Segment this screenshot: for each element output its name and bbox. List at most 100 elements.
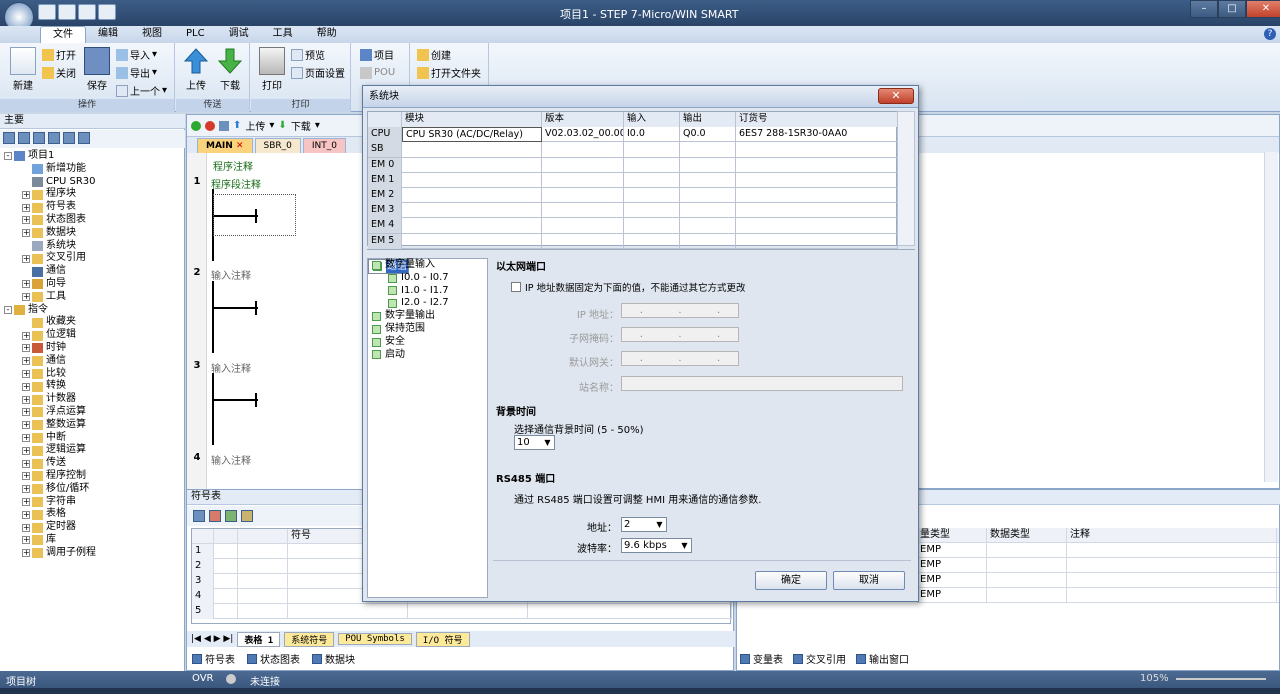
tree-item[interactable]: - 指令 <box>0 304 185 317</box>
module-row[interactable]: EM 3 <box>368 203 898 219</box>
run-icon[interactable] <box>191 120 201 131</box>
table-cell[interactable] <box>408 604 528 619</box>
module-cell[interactable] <box>736 233 898 249</box>
module-cell[interactable] <box>680 203 736 219</box>
table-cell[interactable] <box>238 544 288 559</box>
tab-symbol-table[interactable]: 符号表 <box>192 651 235 666</box>
expand-icon[interactable] <box>22 178 30 186</box>
system-tree-item[interactable]: I1.0 - I1.7 <box>368 285 487 298</box>
module-row[interactable]: EM 2 <box>368 188 898 204</box>
tree-item[interactable]: CPU SR30 <box>0 176 185 189</box>
apply-icon[interactable] <box>241 510 253 522</box>
var-type-cell[interactable]: EMP <box>917 573 987 588</box>
tree-item[interactable]: - 项目1 <box>0 150 185 163</box>
print-button[interactable]: 打印 <box>257 47 287 92</box>
expand-icon[interactable]: + <box>22 254 30 263</box>
previous-button[interactable]: 上一个 ▾ <box>116 83 167 98</box>
system-tree-item[interactable]: I2.0 - I2.7 <box>368 297 487 310</box>
ok-button[interactable]: 确定 <box>755 571 827 590</box>
module-cell[interactable]: I0.0 <box>624 127 680 143</box>
expand-icon[interactable]: + <box>22 190 30 199</box>
import-button[interactable]: 导入 ▾ <box>116 47 157 62</box>
tree-item[interactable]: + 表格 <box>0 508 185 521</box>
var-type-cell[interactable]: EMP <box>917 588 987 603</box>
expand-icon[interactable] <box>22 242 30 250</box>
system-tree-item[interactable]: 安全 <box>368 336 487 349</box>
tree-item[interactable]: + 数据块 <box>0 227 185 240</box>
toolbar-icon-4[interactable] <box>48 132 60 144</box>
module-row[interactable]: EM 0 <box>368 157 898 173</box>
expand-icon[interactable]: + <box>22 421 30 430</box>
tab-status-chart[interactable]: 状态图表 <box>247 651 300 666</box>
expand-icon[interactable]: + <box>22 369 30 378</box>
ribbon-tab-6[interactable]: 帮助 <box>305 26 349 43</box>
editor-download-button[interactable]: 下载 <box>291 118 311 133</box>
module-cell[interactable] <box>680 233 736 249</box>
cancel-button[interactable]: 取消 <box>833 571 905 590</box>
tree-item[interactable]: + 整数运算 <box>0 419 185 432</box>
preview-button[interactable]: 预览 <box>291 47 325 62</box>
data-type-cell[interactable] <box>987 588 1067 603</box>
tree-item[interactable]: + 状态图表 <box>0 214 185 227</box>
expand-icon[interactable]: + <box>22 523 30 532</box>
system-tree-item[interactable]: I0.0 - I0.7 <box>368 272 487 285</box>
rung-comment[interactable]: 输入注释 <box>211 452 251 467</box>
module-row[interactable]: SB <box>368 142 898 158</box>
module-cell[interactable] <box>680 188 736 203</box>
expand-icon[interactable]: + <box>22 280 30 289</box>
tree-item[interactable]: + 浮点运算 <box>0 406 185 419</box>
module-cell[interactable] <box>680 157 736 173</box>
table-row[interactable]: 5 <box>192 604 732 619</box>
module-cell[interactable] <box>624 233 680 249</box>
minimize-button[interactable]: – <box>1190 0 1218 18</box>
toolbar-icon-6[interactable] <box>78 132 90 144</box>
system-tree-item[interactable]: 数字量输出 <box>368 310 487 323</box>
tree-item[interactable]: + 库 <box>0 534 185 547</box>
tree-item[interactable]: + 通信 <box>0 355 185 368</box>
tab-int0[interactable]: INT_0 <box>302 138 346 153</box>
table-cell[interactable] <box>238 589 288 604</box>
data-type-cell[interactable] <box>987 543 1067 558</box>
new-icon[interactable] <box>38 4 56 20</box>
module-cell[interactable] <box>680 172 736 188</box>
tree-item[interactable]: + 工具 <box>0 291 185 304</box>
ladder-area[interactable]: 程序注释 1 程序段注释 2 输入注释 3 输入注释 4 输入注释 <box>187 153 365 490</box>
var-type-cell[interactable]: EMP <box>917 558 987 573</box>
expand-icon[interactable] <box>22 268 30 276</box>
close-button[interactable]: ✕ <box>1246 0 1280 18</box>
expand-icon[interactable]: + <box>22 408 30 417</box>
sheet-tab-system[interactable]: 系统符号 <box>284 631 335 647</box>
module-cell[interactable] <box>736 172 898 188</box>
compile-icon[interactable] <box>219 120 229 131</box>
table-cell[interactable] <box>214 559 238 574</box>
expand-icon[interactable] <box>22 165 30 173</box>
module-cell[interactable] <box>542 233 624 249</box>
module-cell[interactable] <box>542 188 624 203</box>
page-setup-button[interactable]: 页面设置 <box>291 65 345 80</box>
tree-item[interactable]: 新增功能 <box>0 163 185 176</box>
open-button[interactable]: 打开 <box>42 47 76 62</box>
close-project-button[interactable]: 关闭 <box>42 65 76 80</box>
fixed-ip-checkbox[interactable] <box>511 282 521 292</box>
table-row[interactable]: EMP <box>917 543 1279 558</box>
module-cell[interactable] <box>542 172 624 188</box>
toolbar-icon-1[interactable] <box>3 132 15 144</box>
tree-item[interactable]: + 程序控制 <box>0 470 185 483</box>
ribbon-tab-3[interactable]: PLC <box>174 26 217 43</box>
expand-icon[interactable]: + <box>22 229 30 238</box>
system-tree-item[interactable]: 保持范围 <box>368 323 487 336</box>
comment-cell[interactable] <box>1067 558 1277 573</box>
sheet-tab-pou[interactable]: POU Symbols <box>338 633 412 645</box>
maximize-button[interactable]: □ <box>1218 0 1246 18</box>
dialog-splitter[interactable] <box>367 249 915 251</box>
module-cell[interactable] <box>402 203 542 219</box>
sheet-tab-table1[interactable]: 表格 1 <box>237 631 281 647</box>
delete-row-icon[interactable] <box>209 510 221 522</box>
subnet-mask-field[interactable]: ... <box>621 327 739 342</box>
module-table-scrollbar[interactable] <box>897 111 915 246</box>
comment-cell[interactable] <box>1067 543 1277 558</box>
module-cell[interactable] <box>624 203 680 219</box>
open-icon[interactable] <box>58 4 76 20</box>
tab-sbr0[interactable]: SBR_0 <box>254 138 301 153</box>
module-cell[interactable] <box>402 172 542 188</box>
